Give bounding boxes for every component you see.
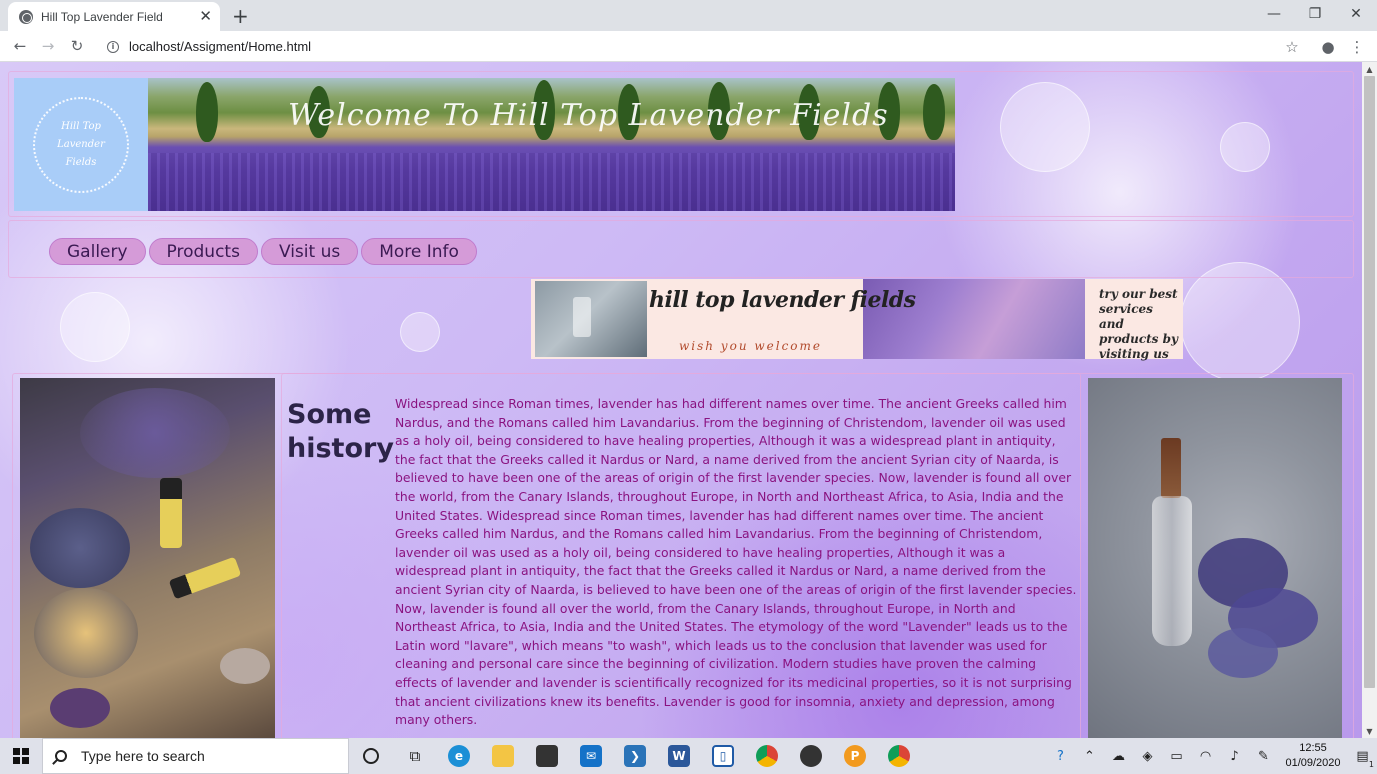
browser-tab-strip: Hill Top Lavender Field ✕ + — ❐ ✕: [0, 0, 1377, 31]
task-view-icon[interactable]: ⧉: [393, 738, 437, 774]
lavender-shape: [80, 388, 230, 478]
stone-shape: [220, 648, 270, 684]
address-bar-row: ← → ↻ i localhost/Assigment/Home.html ☆ …: [0, 31, 1377, 62]
promo-brand: hill top lavender fields wish you welcom…: [647, 279, 916, 359]
stone-shape: [50, 688, 110, 728]
close-window-button[interactable]: ✕: [1336, 0, 1376, 28]
oil-bottle-image: [535, 281, 647, 357]
windows-logo-icon: [13, 748, 29, 764]
cortana-icon[interactable]: [349, 738, 393, 774]
notifications-icon[interactable]: ▤ 1: [1348, 738, 1377, 774]
battery-icon[interactable]: ▭: [1162, 738, 1191, 774]
scrollbar-thumb[interactable]: [1364, 76, 1375, 688]
bookmark-star-icon[interactable]: ☆: [1281, 36, 1303, 58]
main-nav: Gallery Products Visit us More Info: [49, 238, 480, 265]
windows-taskbar: Type here to search ⧉ e ✉ ❯ W ▯ P ? ⌃ ☁ …: [0, 738, 1377, 774]
oil-bottle-photo: [1088, 378, 1342, 738]
dropbox-icon[interactable]: ◈: [1133, 738, 1162, 774]
edge-icon[interactable]: e: [437, 738, 481, 774]
site-logo[interactable]: Hill Top Lavender Fields: [14, 78, 148, 211]
url-text: localhost/Assigment/Home.html: [129, 39, 312, 54]
volume-icon[interactable]: ♪: [1220, 738, 1249, 774]
search-icon: [55, 750, 67, 762]
promo-tagline: wish you welcome: [679, 339, 822, 353]
profile-icon[interactable]: ●: [1317, 36, 1339, 58]
taskbar-search-box[interactable]: Type here to search: [42, 738, 349, 774]
menu-dots-icon[interactable]: ⋮: [1346, 36, 1368, 58]
vial-shape: [160, 478, 182, 548]
promo-banner: hill top lavender fields wish you welcom…: [531, 279, 1183, 361]
decorative-bubble: [400, 312, 440, 352]
bottle-shape: [1152, 496, 1192, 646]
lavender-rows: [148, 153, 955, 211]
scroll-down-icon[interactable]: ▼: [1362, 724, 1377, 738]
banner-welcome-text: Welcome To Hill Top Lavender Fields: [288, 98, 889, 133]
vial-shape: [168, 556, 242, 600]
flower-shape: [1208, 628, 1278, 678]
pen-icon[interactable]: ✎: [1249, 738, 1278, 774]
wifi-icon[interactable]: ◠: [1191, 738, 1220, 774]
notification-count: 1: [1368, 760, 1374, 769]
forward-arrow-icon[interactable]: →: [36, 35, 60, 57]
banner-tree: [196, 82, 218, 142]
chrome-icon[interactable]: [877, 738, 921, 774]
url-field[interactable]: i localhost/Assigment/Home.html: [97, 34, 1309, 59]
app-icon[interactable]: ▯: [701, 738, 745, 774]
promo-call-to-action: try our best services and products by vi…: [1099, 287, 1178, 361]
help-icon[interactable]: ?: [1046, 738, 1075, 774]
section-title: Some history: [287, 399, 394, 464]
reload-icon[interactable]: ↻: [65, 35, 89, 57]
clock[interactable]: 12:55 01/09/2020: [1278, 741, 1348, 771]
page-scrollbar[interactable]: ▲ ▼: [1362, 62, 1377, 738]
search-placeholder: Type here to search: [81, 748, 205, 764]
app-orange-icon[interactable]: P: [833, 738, 877, 774]
maximize-button[interactable]: ❐: [1295, 0, 1335, 28]
new-tab-button[interactable]: +: [232, 4, 249, 28]
tab-title: Hill Top Lavender Field: [41, 9, 163, 24]
cork-shape: [1161, 438, 1181, 498]
nav-products-button[interactable]: Products: [148, 238, 258, 265]
promo-brand-text: hill top lavender fields: [649, 287, 916, 313]
chevron-up-icon[interactable]: ⌃: [1075, 738, 1104, 774]
file-explorer-icon[interactable]: [481, 738, 525, 774]
clock-date: 01/09/2020: [1285, 757, 1341, 769]
nav-more-info-button[interactable]: More Info: [361, 238, 477, 265]
scroll-up-icon[interactable]: ▲: [1362, 62, 1377, 76]
clock-time: 12:55: [1299, 742, 1327, 754]
nav-gallery-button[interactable]: Gallery: [49, 238, 146, 265]
store-icon[interactable]: [525, 738, 569, 774]
browser-tab[interactable]: Hill Top Lavender Field ✕: [8, 2, 220, 31]
history-paragraph: Widespread since Roman times, lavender h…: [395, 396, 1077, 728]
banner-tree: [923, 84, 945, 140]
header-banner: Welcome To Hill Top Lavender Fields: [148, 78, 955, 211]
tin-shape: [34, 588, 138, 678]
info-icon[interactable]: i: [107, 40, 119, 53]
system-tray: ? ⌃ ☁ ◈ ▭ ◠ ♪ ✎ 12:55 01/09/2020 ▤ 1: [1046, 738, 1377, 774]
powershell-icon[interactable]: ❯: [613, 738, 657, 774]
globe-icon: [19, 9, 33, 24]
logo-text: Hill Top Lavender Fields: [57, 120, 105, 168]
logo-wreath: Hill Top Lavender Fields: [33, 96, 129, 193]
network-icon[interactable]: ☁: [1104, 738, 1133, 774]
jar-shape: [30, 508, 130, 588]
mail-icon[interactable]: ✉: [569, 738, 613, 774]
start-button[interactable]: [0, 738, 42, 774]
chrome-icon[interactable]: [745, 738, 789, 774]
essential-oils-photo: [20, 378, 275, 738]
github-icon[interactable]: [789, 738, 833, 774]
minimize-button[interactable]: —: [1254, 0, 1294, 28]
decorative-bubble: [1180, 262, 1300, 382]
word-icon[interactable]: W: [657, 738, 701, 774]
nav-visit-us-button[interactable]: Visit us: [260, 238, 359, 265]
tab-close-icon[interactable]: ✕: [199, 9, 212, 24]
back-arrow-icon[interactable]: ←: [8, 35, 32, 57]
decorative-bubble: [60, 292, 130, 362]
